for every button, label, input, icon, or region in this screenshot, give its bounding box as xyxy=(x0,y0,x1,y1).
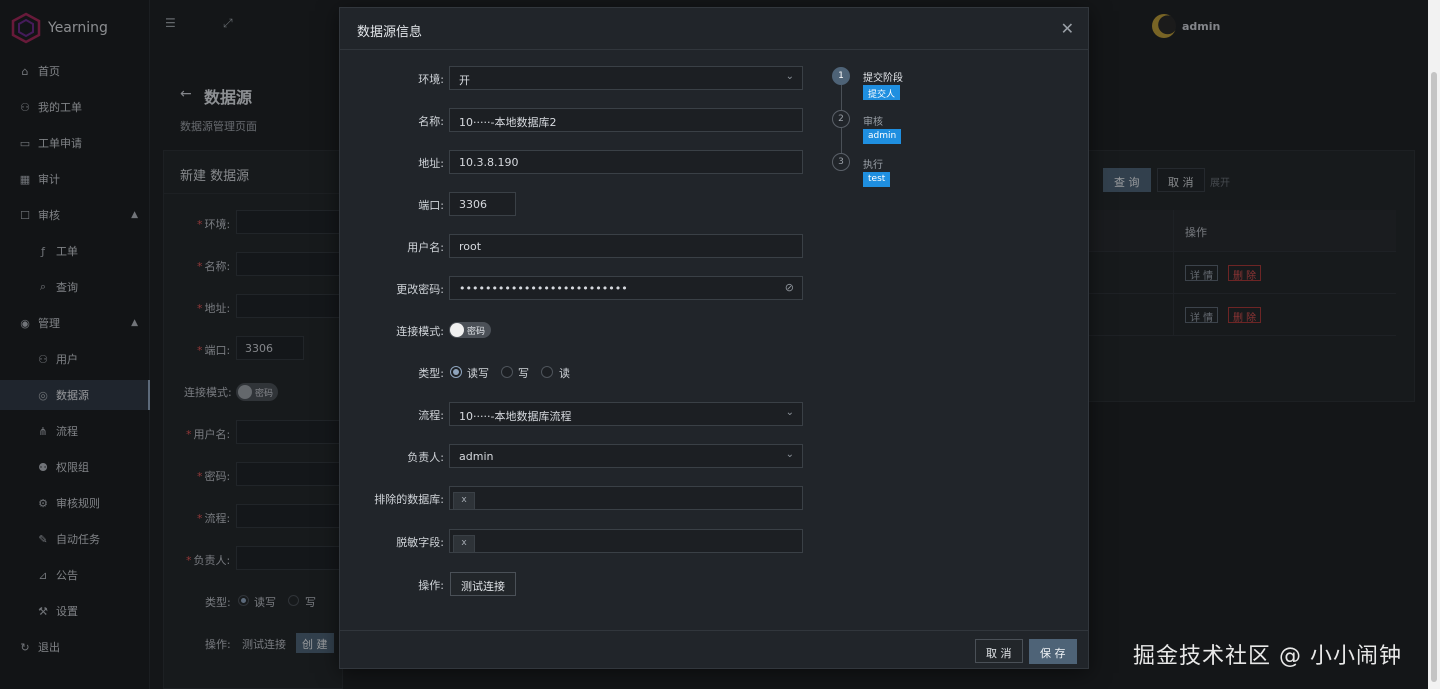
change-password-label: 更改密码: xyxy=(396,283,444,296)
name-label: 名称: xyxy=(418,115,444,128)
exclude-db-tag[interactable]: x xyxy=(453,492,475,510)
watermark: 掘金技术社区 @ 小小闹钟 xyxy=(1133,644,1402,669)
exclude-db-select[interactable]: x xyxy=(449,486,803,510)
port-label: 端口: xyxy=(418,199,444,212)
step-3-tag: test xyxy=(863,172,891,187)
save-button[interactable]: 保 存 xyxy=(1029,639,1077,664)
step-3-title: 执行 xyxy=(863,160,883,171)
type-label: 类型: xyxy=(418,367,444,380)
step-2-tag: admin xyxy=(863,129,902,144)
mask-field-label: 脱敏字段: xyxy=(396,536,444,549)
step-2-number: 2 xyxy=(832,110,850,128)
datasource-info-modal: 数据源信息 ✕ xyxy=(339,7,1089,669)
mask-field-tag[interactable]: x xyxy=(453,535,475,553)
scrollbar-thumb[interactable] xyxy=(1431,72,1437,682)
addr-input[interactable]: 10.3.8.190 xyxy=(449,150,803,174)
env-select[interactable]: 开 ⌄ xyxy=(449,66,803,90)
radio-write-label: 写 xyxy=(518,367,529,380)
step-2-title: 审核 xyxy=(863,117,883,128)
username-input[interactable]: root xyxy=(449,234,803,258)
addr-label: 地址: xyxy=(418,157,444,170)
test-connection-button[interactable]: 测试连接 xyxy=(450,572,516,596)
radio-read-write-label: 读写 xyxy=(467,367,489,380)
owner-label: 负责人: xyxy=(407,451,444,464)
mask-field-select[interactable]: x xyxy=(449,529,803,553)
operation-label: 操作: xyxy=(418,579,444,592)
chevron-down-icon: ⌄ xyxy=(785,449,794,460)
chevron-down-icon: ⌄ xyxy=(785,71,794,82)
step-1-title: 提交阶段 xyxy=(863,73,903,84)
port-input[interactable]: 3306 xyxy=(449,192,516,216)
modal-title: 数据源信息 xyxy=(357,25,423,40)
password-input[interactable]: •••••••••••••••••••••••••• ⊘ xyxy=(449,276,803,300)
radio-read-write[interactable] xyxy=(450,366,462,378)
step-1-number: 1 xyxy=(832,67,850,85)
flow-select[interactable]: 10·····-本地数据库流程 ⌄ xyxy=(449,402,803,426)
radio-read[interactable] xyxy=(541,366,553,378)
username-label: 用户名: xyxy=(407,241,444,254)
flow-label: 流程: xyxy=(418,409,444,422)
step-connector xyxy=(841,85,842,110)
page-scrollbar[interactable] xyxy=(1428,0,1440,689)
env-label: 环境: xyxy=(418,73,444,86)
radio-read-label: 读 xyxy=(559,367,570,380)
step-3-number: 3 xyxy=(832,153,850,171)
exclude-db-label: 排除的数据库: xyxy=(374,493,444,506)
close-icon[interactable]: ✕ xyxy=(1061,19,1074,38)
owner-select[interactable]: admin ⌄ xyxy=(449,444,803,468)
cancel-button[interactable]: 取 消 xyxy=(975,639,1023,663)
chevron-down-icon: ⌄ xyxy=(785,407,794,418)
modal-header: 数据源信息 ✕ xyxy=(340,8,1088,50)
step-1-tag: 提交人 xyxy=(863,85,901,100)
step-connector xyxy=(841,128,842,153)
name-input[interactable]: 10·····-本地数据库2 xyxy=(449,108,803,132)
radio-write[interactable] xyxy=(501,366,513,378)
conn-mode-label: 连接模式: xyxy=(396,325,444,338)
eye-off-icon[interactable]: ⊘ xyxy=(785,281,794,294)
conn-mode-toggle[interactable]: 密码 xyxy=(449,322,491,338)
